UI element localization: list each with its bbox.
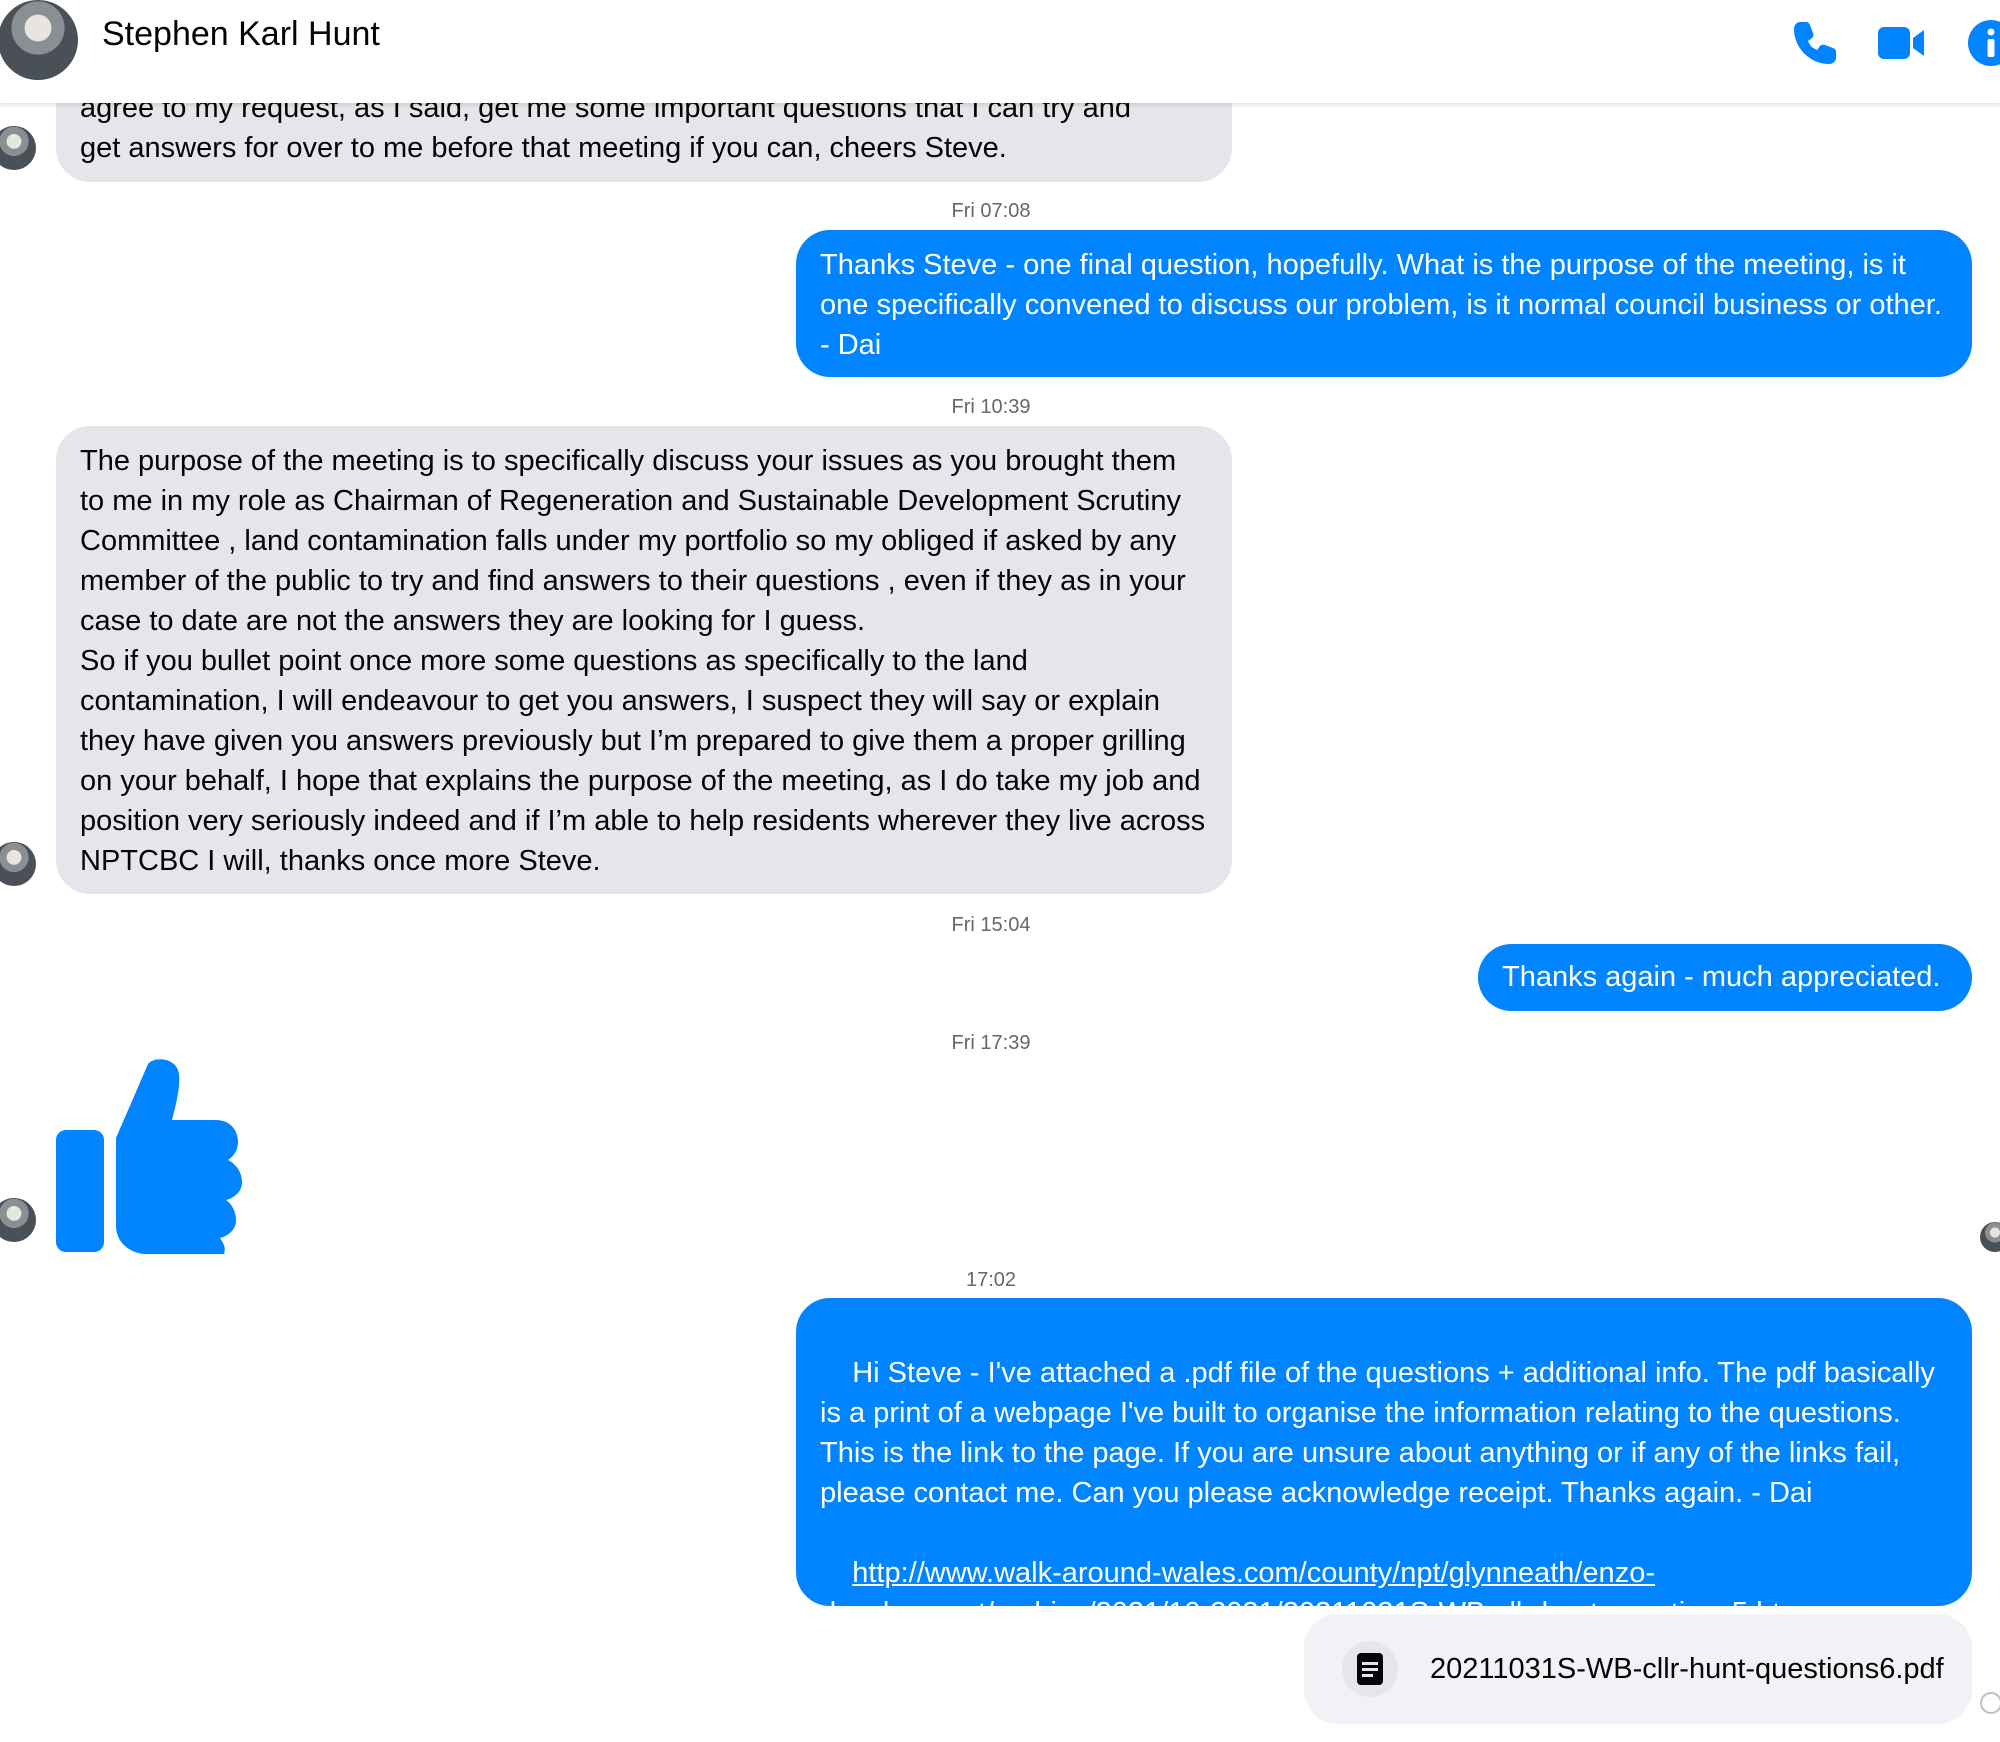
document-icon	[1342, 1641, 1398, 1697]
message-thread: agree to my request, as I said, get me s…	[0, 0, 2000, 1742]
delivered-check-icon	[1980, 1692, 2000, 1714]
timestamp: Fri 15:04	[951, 914, 1031, 936]
message-text: Hi Steve - I've attached a .pdf file of …	[820, 1357, 1943, 1509]
timestamp: Fri 10:39	[951, 396, 1031, 418]
file-name: 20211031S-WB-cllr-hunt-questions6.pdf	[1430, 1652, 1944, 1685]
seen-avatar	[1980, 1222, 2000, 1252]
contact-avatar[interactable]	[0, 1198, 36, 1242]
phone-icon[interactable]	[1790, 18, 1840, 68]
contact-avatar-large[interactable]	[0, 0, 78, 80]
received-message[interactable]: The purpose of the meeting is to specifi…	[56, 426, 1232, 894]
sent-message[interactable]: Thanks again - much appreciated.	[1478, 944, 1972, 1011]
file-attachment[interactable]: 20211031S-WB-cllr-hunt-questions6.pdf	[1304, 1614, 1972, 1724]
conversation-header: Stephen Karl Hunt	[0, 0, 2000, 103]
thumbs-up-icon[interactable]	[54, 1058, 250, 1254]
info-icon[interactable]	[1966, 18, 2000, 68]
video-camera-icon[interactable]	[1876, 18, 1926, 68]
contact-avatar[interactable]	[0, 126, 36, 170]
timestamp: 17:02	[965, 1269, 1017, 1291]
timestamp: Fri 17:39	[951, 1032, 1031, 1054]
sent-message[interactable]: Hi Steve - I've attached a .pdf file of …	[796, 1298, 1972, 1629]
timestamp: Fri 07:08	[951, 200, 1031, 222]
contact-avatar[interactable]	[0, 842, 36, 886]
contact-name[interactable]: Stephen Karl Hunt	[102, 15, 380, 54]
sent-message[interactable]: Thanks Steve - one final question, hopef…	[796, 230, 1972, 377]
